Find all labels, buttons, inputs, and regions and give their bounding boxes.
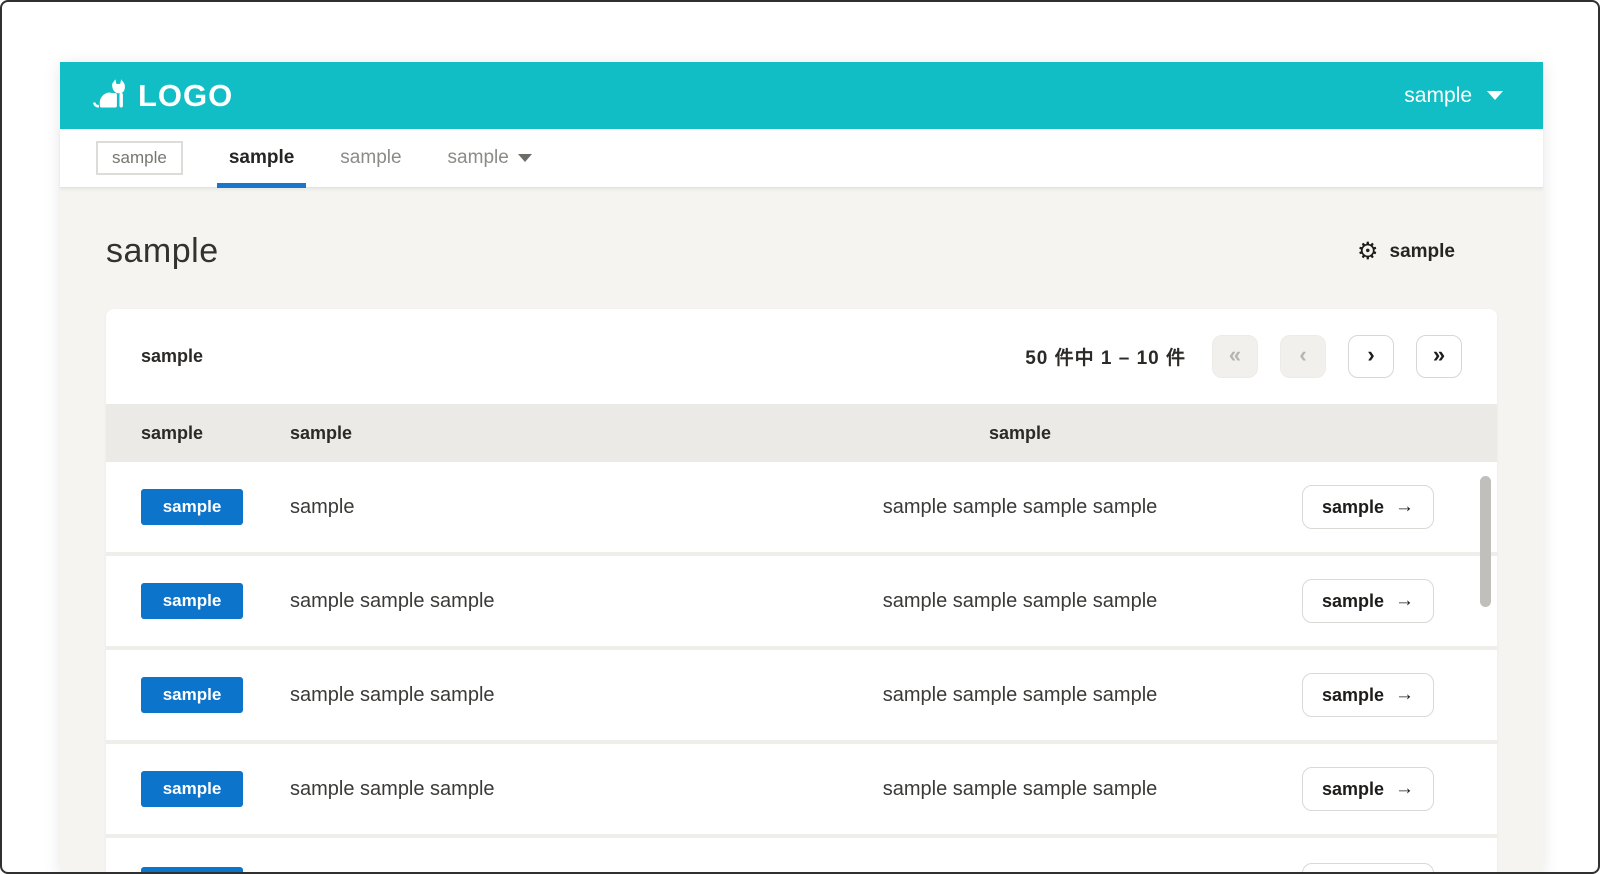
row-name: sample sample sample [290, 589, 495, 612]
app-window: LOGO sample sample sample sample sample [60, 62, 1543, 872]
card-title: sample [141, 346, 204, 366]
tab-bar: sample sample sample sample [60, 129, 1543, 188]
prev-page-button[interactable]: ‹ [1280, 335, 1326, 378]
arrow-right-icon: → [1395, 496, 1414, 517]
tab-item-active[interactable]: sample [216, 129, 307, 188]
tab-label: sample [340, 147, 402, 168]
card-toolbar: sample 50 件中 1 – 10 件 « ‹ › » [106, 309, 1497, 404]
last-page-button[interactable]: » [1416, 335, 1462, 378]
user-menu[interactable]: sample [1404, 84, 1503, 108]
status-badge: sample [141, 489, 243, 525]
app-logo[interactable]: LOGO [92, 78, 233, 114]
caret-down-icon [517, 154, 532, 162]
row-detail-button[interactable]: sample → [1301, 673, 1434, 717]
top-header-bar: LOGO sample [60, 62, 1543, 129]
row-name: sample sample sample [290, 683, 495, 706]
column-header: sample [988, 422, 1052, 443]
row-detail-label: sample [1321, 684, 1384, 705]
caret-down-icon [1487, 91, 1503, 100]
table-header-row: sample sample sample [106, 404, 1497, 462]
table-row[interactable]: sample sample sample sample sample sampl… [106, 462, 1497, 556]
row-description: sample sample sample sample [882, 495, 1158, 518]
row-description: sample sample sample sample [882, 777, 1158, 800]
row-detail-button[interactable]: sample → [1301, 863, 1434, 872]
user-menu-label: sample [1404, 83, 1472, 107]
row-name: sample [290, 495, 355, 518]
status-badge: sample [141, 677, 243, 713]
first-page-button[interactable]: « [1212, 335, 1258, 378]
gear-icon: ⚙ [1357, 237, 1379, 265]
scrollbar-thumb[interactable] [1480, 476, 1491, 607]
row-detail-button[interactable]: sample → [1301, 767, 1434, 811]
column-header: sample [141, 422, 204, 443]
page-header: sample ⚙ sample [106, 232, 1497, 271]
arrow-right-icon: → [1395, 778, 1414, 799]
table-row[interactable]: sample sample sample sample sample sampl… [106, 556, 1497, 650]
settings-label: sample [1389, 240, 1455, 262]
row-detail-button[interactable]: sample → [1301, 485, 1434, 529]
chevron-right-icon: › [1367, 342, 1375, 367]
list-card: sample 50 件中 1 – 10 件 « ‹ › » sample sam… [106, 309, 1497, 872]
double-chevron-left-icon: « [1228, 342, 1242, 367]
tab-label: sample [447, 147, 509, 168]
active-tab-underline [216, 182, 307, 188]
tab-item-dropdown[interactable]: sample [448, 129, 532, 188]
column-header: sample [290, 422, 353, 443]
logo-text: LOGO [138, 78, 234, 113]
row-detail-label: sample [1321, 590, 1384, 611]
row-detail-button[interactable]: sample → [1301, 579, 1434, 623]
arrow-right-icon: → [1395, 590, 1414, 611]
page-title: sample [106, 232, 219, 270]
settings-button[interactable]: ⚙ sample [1357, 237, 1455, 265]
row-description: sample sample sample sample [882, 589, 1158, 612]
row-name: sample sample sample [290, 777, 495, 800]
tab-label: sample [228, 147, 295, 168]
table-row[interactable]: sample sample sample sample sample sampl… [106, 838, 1497, 872]
main-content: sample ⚙ sample sample 50 件中 1 – 10 件 « [60, 188, 1543, 872]
table-row[interactable]: sample sample sample sample sample sampl… [106, 744, 1497, 838]
pagination-count: 50 件中 1 – 10 件 [1025, 348, 1186, 369]
table-row[interactable]: sample sample sample sample sample sampl… [106, 650, 1497, 744]
pagination: 50 件中 1 – 10 件 « ‹ › » [1025, 335, 1462, 378]
tab-item[interactable]: sample [340, 129, 401, 188]
cat-logo-icon [92, 78, 128, 114]
row-description: sample sample sample sample [882, 683, 1158, 706]
chevron-left-icon: ‹ [1299, 342, 1307, 367]
next-page-button[interactable]: › [1348, 335, 1394, 378]
table-body: sample sample sample sample sample sampl… [106, 462, 1497, 872]
screenshot-frame: LOGO sample sample sample sample sample [0, 0, 1600, 874]
double-chevron-right-icon: » [1432, 342, 1446, 367]
row-detail-label: sample [1321, 496, 1384, 517]
status-badge: sample [141, 867, 243, 872]
row-detail-label: sample [1321, 778, 1384, 799]
status-badge: sample [141, 583, 243, 619]
arrow-right-icon: → [1395, 684, 1414, 705]
tab-back-button[interactable]: sample [96, 141, 183, 175]
status-badge: sample [141, 771, 243, 807]
